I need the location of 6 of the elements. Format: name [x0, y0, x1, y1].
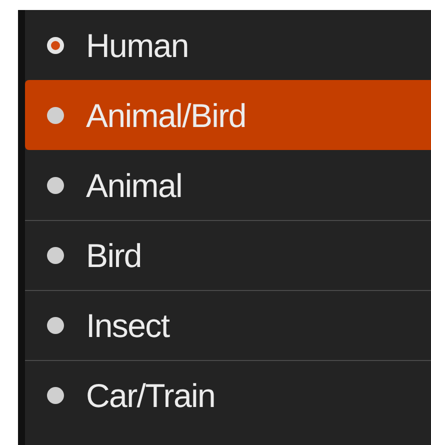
highlighted-menu-item[interactable]: Animal/Bird [25, 80, 431, 150]
menu-item[interactable]: Car/Train [25, 360, 431, 430]
menu-item[interactable]: Bird [25, 220, 431, 290]
menu-item[interactable]: Insect [25, 290, 431, 360]
menu-item[interactable]: Animal [25, 150, 431, 220]
menu-item[interactable]: Human [25, 10, 431, 80]
